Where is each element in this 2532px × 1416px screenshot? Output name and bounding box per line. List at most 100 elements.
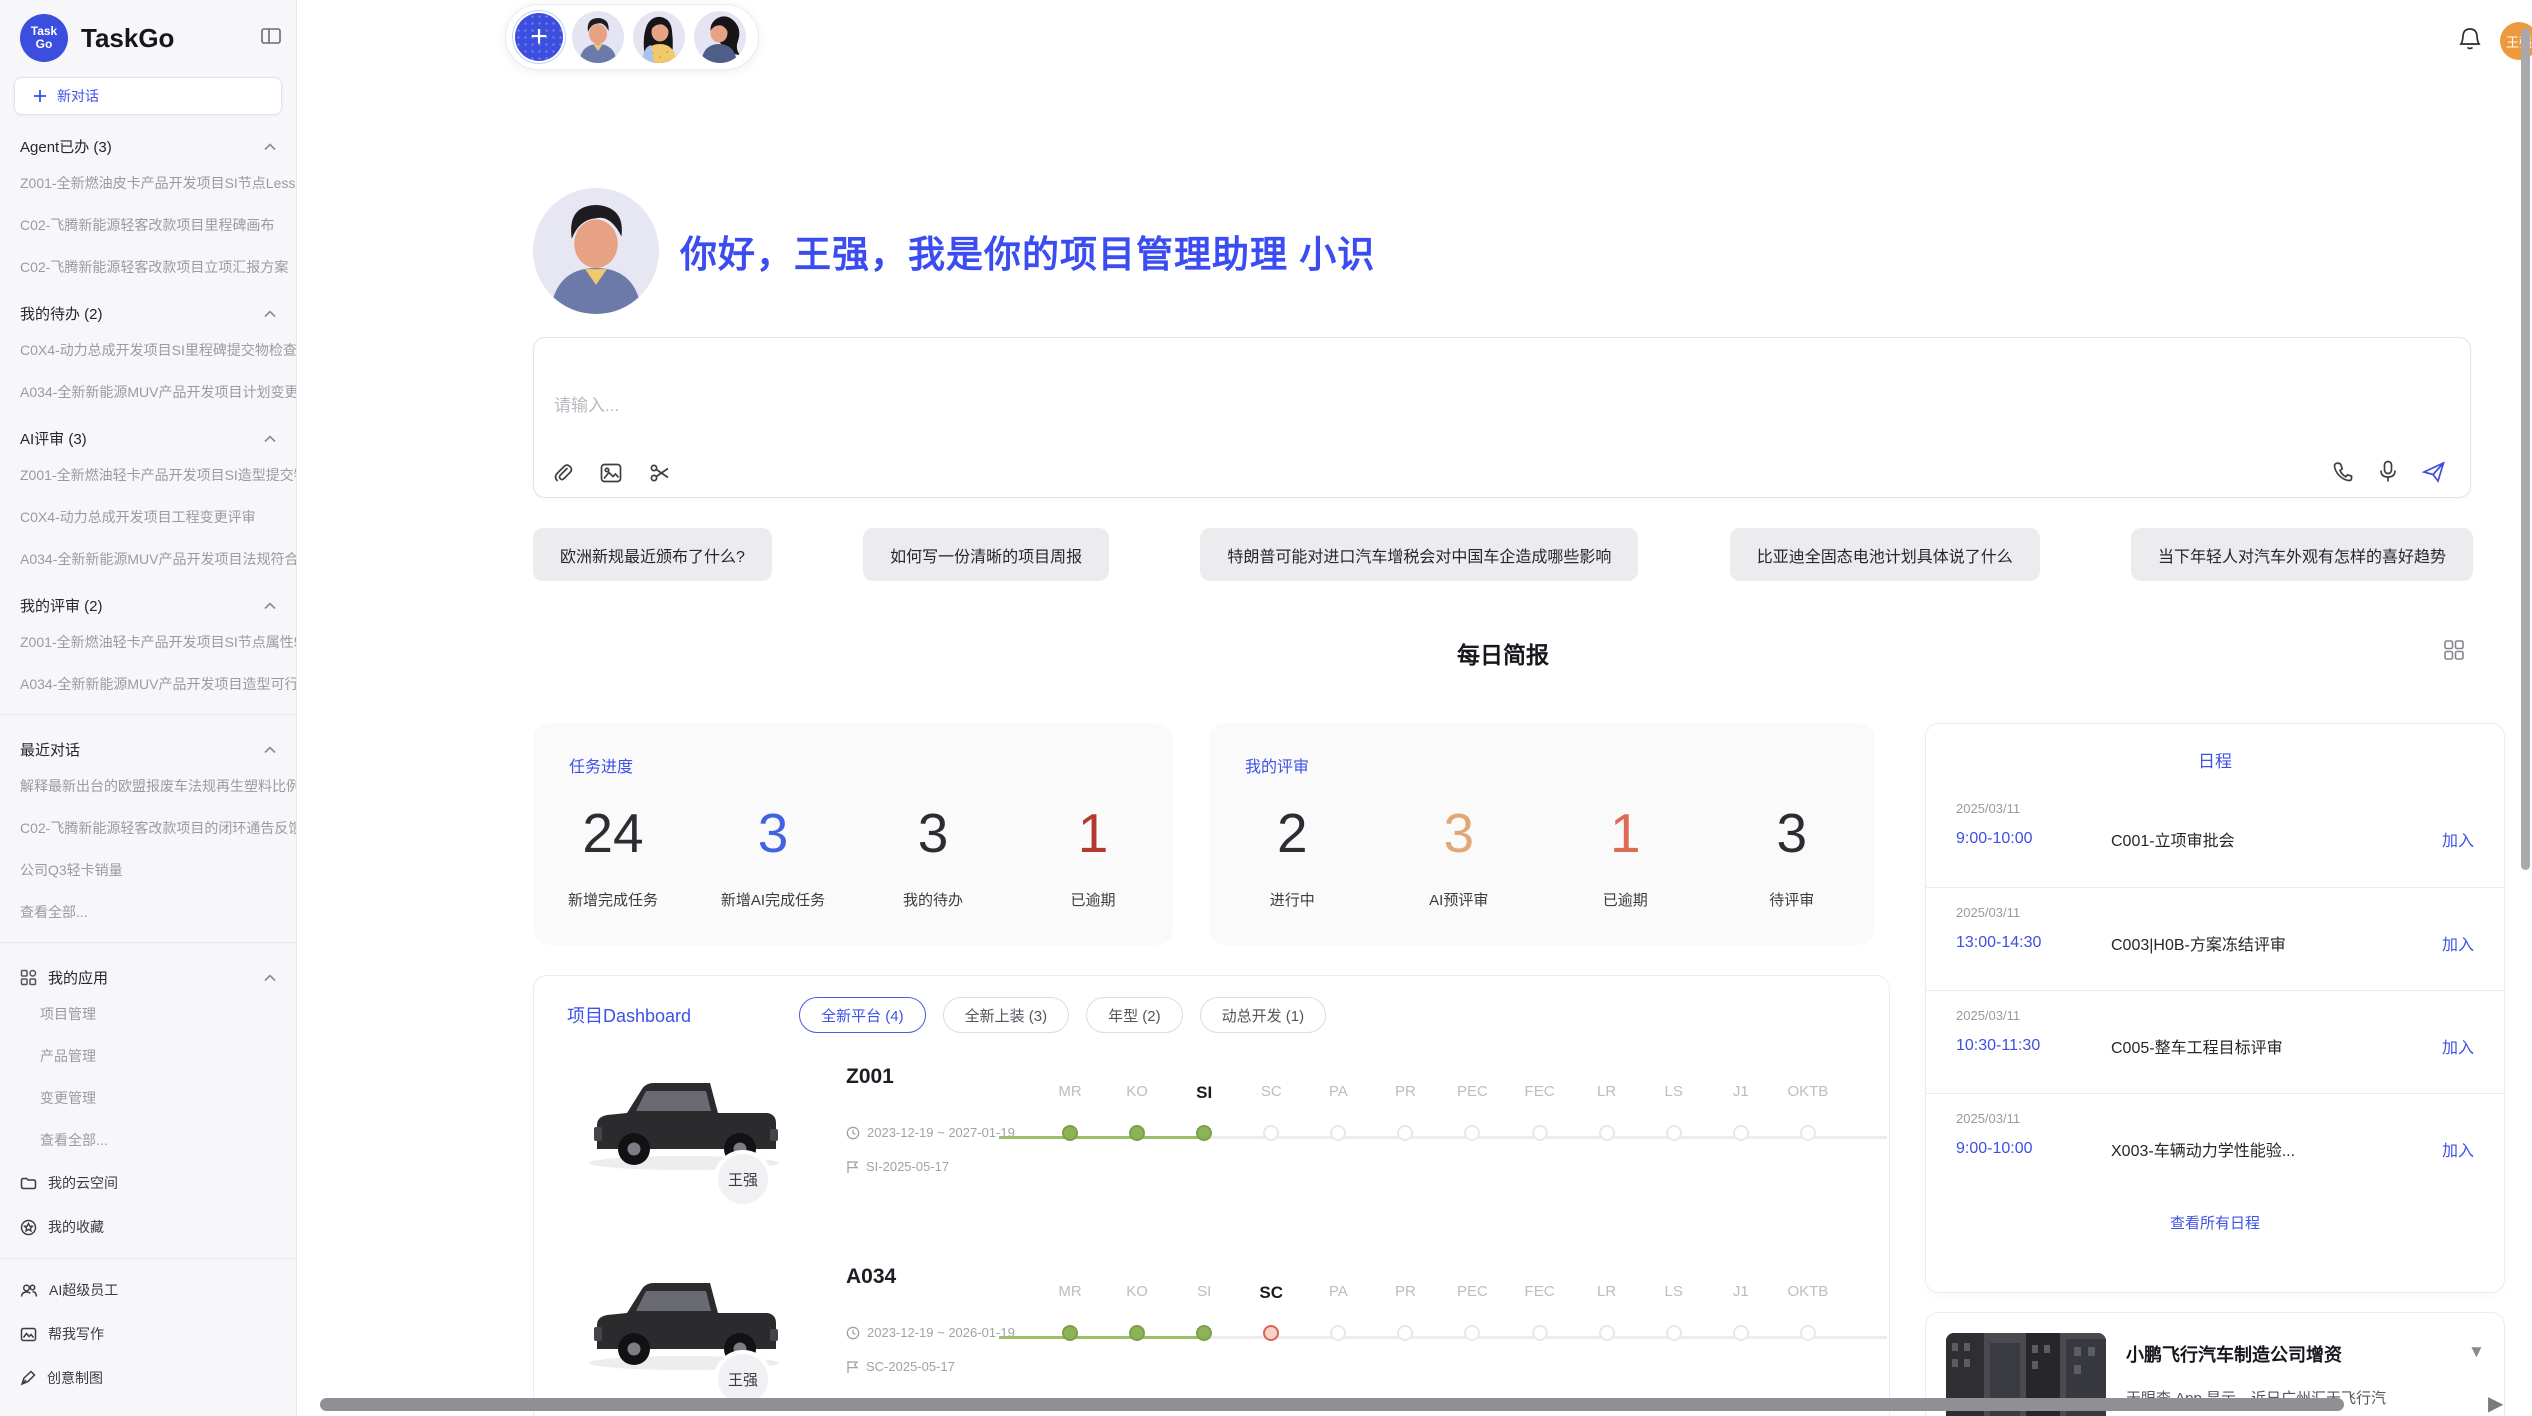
milestone-node-LS[interactable] bbox=[1666, 1325, 1682, 1341]
sidebar-item-agent-done[interactable]: Z001-全新燃油皮卡产品开发项目SI节点Lesson Learn报告 bbox=[0, 162, 296, 204]
notification-bell-icon[interactable] bbox=[2458, 26, 2482, 57]
sidebar-item-recent-chat[interactable]: C02-飞腾新能源轻客改款项目的闭环通告反馈情况 bbox=[0, 807, 296, 849]
milestone-node-PA[interactable] bbox=[1330, 1325, 1346, 1341]
stat-item[interactable]: 2 进行中 bbox=[1209, 801, 1376, 910]
milestone-node-FEC[interactable] bbox=[1532, 1125, 1548, 1141]
sidebar-item-my-todo[interactable]: C0X4-动力总成开发项目SI里程碑提交物检查 bbox=[0, 329, 296, 371]
sidebar-item-help-write[interactable]: 帮我写作 bbox=[0, 1312, 296, 1356]
stat-item[interactable]: 1 已逾期 bbox=[1542, 801, 1709, 910]
join-link[interactable]: 加入 bbox=[2442, 1034, 2474, 1058]
milestone-node-PR[interactable] bbox=[1397, 1325, 1413, 1341]
section-recent-chats[interactable]: 最近对话 bbox=[0, 724, 296, 765]
project-code: A034 bbox=[846, 1265, 896, 1289]
sidebar-item-my-review[interactable]: Z001-全新燃油轻卡产品开发项目SI节点属性5D文件评审 bbox=[0, 621, 296, 663]
dashboard-tab[interactable]: 年型 (2) bbox=[1086, 997, 1183, 1033]
stat-item[interactable]: 3 我的待办 bbox=[853, 801, 1013, 910]
milestone-node-KO[interactable] bbox=[1129, 1125, 1145, 1141]
milestone-node-MR[interactable] bbox=[1062, 1325, 1078, 1341]
send-icon[interactable] bbox=[2422, 461, 2446, 483]
join-link[interactable]: 加入 bbox=[2442, 1137, 2474, 1161]
horizontal-scrollbar[interactable] bbox=[320, 1398, 2344, 1411]
sidebar-item-creative-draw[interactable]: 创意制图 bbox=[0, 1356, 296, 1400]
milestone-node-LR[interactable] bbox=[1599, 1125, 1615, 1141]
section-my-todo[interactable]: 我的待办 (2) bbox=[0, 288, 296, 329]
new-chat-button[interactable]: 新对话 bbox=[14, 77, 282, 115]
milestone-node-SC[interactable] bbox=[1263, 1125, 1279, 1141]
chat-input[interactable] bbox=[554, 396, 1554, 416]
agent-avatar-3[interactable] bbox=[694, 11, 746, 63]
add-agent-button[interactable]: + bbox=[515, 13, 563, 61]
milestone-node-MR[interactable] bbox=[1062, 1125, 1078, 1141]
sidebar-item-app[interactable]: 查看全部... bbox=[0, 1119, 296, 1161]
sidebar-item-app[interactable]: 变更管理 bbox=[0, 1077, 296, 1119]
milestone-node-PEC[interactable] bbox=[1464, 1325, 1480, 1341]
microphone-icon[interactable] bbox=[2379, 460, 2397, 484]
milestone-node-SI[interactable] bbox=[1196, 1125, 1212, 1141]
sidebar-item-ai-review[interactable]: C0X4-动力总成开发项目工程变更评审 bbox=[0, 496, 296, 538]
sidebar-item-recent-chat[interactable]: 解释最新出台的欧盟报废车法规再生塑料比例被调至15%... bbox=[0, 765, 296, 807]
milestone-node-PA[interactable] bbox=[1330, 1125, 1346, 1141]
schedule-items: 2025/03/11 9:00-10:00 C001-立项审批会 加入 2025… bbox=[1926, 784, 2504, 1196]
section-ai-review[interactable]: AI评审 (3) bbox=[0, 413, 296, 454]
suggestion-chip[interactable]: 比亚迪全固态电池计划具体说了什么 bbox=[1730, 528, 2040, 581]
dashboard-tab[interactable]: 动总开发 (1) bbox=[1200, 997, 1327, 1033]
milestone-node-J1[interactable] bbox=[1733, 1325, 1749, 1341]
milestone-node-LR[interactable] bbox=[1599, 1325, 1615, 1341]
milestone-node-OKTB[interactable] bbox=[1800, 1125, 1816, 1141]
my-todo-list: C0X4-动力总成开发项目SI里程碑提交物检查A034-全新新能源MUV产品开发… bbox=[0, 329, 296, 413]
sidebar-item-ai-review[interactable]: A034-全新新能源MUV产品开发项目法规符合性评审 bbox=[0, 538, 296, 580]
milestone-node-PR[interactable] bbox=[1397, 1125, 1413, 1141]
view-all-schedule-link[interactable]: 查看所有日程 bbox=[1926, 1212, 2504, 1233]
section-agent-done[interactable]: Agent已办 (3) bbox=[0, 121, 296, 162]
join-link[interactable]: 加入 bbox=[2442, 827, 2474, 851]
layout-grid-icon[interactable] bbox=[2443, 639, 2465, 666]
section-my-apps[interactable]: 我的应用 bbox=[0, 952, 296, 993]
scroll-right-arrow[interactable]: ▶ bbox=[2488, 1391, 2503, 1416]
vertical-scrollbar[interactable] bbox=[2521, 28, 2530, 870]
agent-avatar-2[interactable] bbox=[633, 11, 685, 63]
scroll-down-arrow[interactable]: ▼ bbox=[2468, 1342, 2485, 1362]
milestone-node-PEC[interactable] bbox=[1464, 1125, 1480, 1141]
sidebar-item-recent-chat[interactable]: 查看全部... bbox=[0, 891, 296, 933]
milestone-node-FEC[interactable] bbox=[1532, 1325, 1548, 1341]
milestone-node-SC[interactable] bbox=[1263, 1325, 1279, 1341]
stat-item[interactable]: 24 新增完成任务 bbox=[533, 801, 693, 910]
sidebar-item-app[interactable]: 产品管理 bbox=[0, 1035, 296, 1077]
sidebar-item-cloud-space[interactable]: 我的云空间 bbox=[0, 1161, 296, 1205]
suggestion-chip[interactable]: 欧洲新规最近颁布了什么? bbox=[533, 528, 772, 581]
sidebar-item-ai-review[interactable]: Z001-全新燃油轻卡产品开发项目SI造型提交物评审 bbox=[0, 454, 296, 496]
milestone-node-LS[interactable] bbox=[1666, 1125, 1682, 1141]
milestone-node-J1[interactable] bbox=[1733, 1125, 1749, 1141]
phone-icon[interactable] bbox=[2332, 461, 2354, 483]
sidebar-item-recent-chat[interactable]: 公司Q3轻卡销量 bbox=[0, 849, 296, 891]
scissors-icon[interactable] bbox=[649, 462, 671, 484]
dashboard-tab[interactable]: 全新上装 (3) bbox=[943, 997, 1070, 1033]
sidebar-item-agent-done[interactable]: C02-飞腾新能源轻客改款项目里程碑画布 bbox=[0, 204, 296, 246]
sidebar-item-agent-done[interactable]: C02-飞腾新能源轻客改款项目立项汇报方案 bbox=[0, 246, 296, 288]
sidebar-collapse-icon[interactable] bbox=[260, 26, 282, 51]
dashboard-tab[interactable]: 全新平台 (4) bbox=[799, 997, 926, 1033]
sidebar-item-my-review[interactable]: A034-全新新能源MUV产品开发项目造型可行性评审 bbox=[0, 663, 296, 705]
sidebar-item-favorites[interactable]: 我的收藏 bbox=[0, 1205, 296, 1249]
join-link[interactable]: 加入 bbox=[2442, 931, 2474, 955]
sidebar-item-my-todo[interactable]: A034-全新新能源MUV产品开发项目计划变更表编写 bbox=[0, 371, 296, 413]
paperclip-icon[interactable] bbox=[553, 462, 573, 484]
sidebar-item-ai-super-staff[interactable]: AI超级员工 bbox=[0, 1268, 296, 1312]
stat-item[interactable]: 3 AI预评审 bbox=[1376, 801, 1543, 910]
milestone-node-KO[interactable] bbox=[1129, 1325, 1145, 1341]
suggestion-chip[interactable]: 当下年轻人对汽车外观有怎样的喜好趋势 bbox=[2131, 528, 2473, 581]
agent-avatar-1[interactable] bbox=[572, 11, 624, 63]
milestone-node-OKTB[interactable] bbox=[1800, 1325, 1816, 1341]
stat-item[interactable]: 1 已逾期 bbox=[1013, 801, 1173, 910]
project-code: Z001 bbox=[846, 1065, 894, 1089]
suggestion-chip[interactable]: 特朗普可能对进口汽车增税会对中国车企造成哪些影响 bbox=[1200, 528, 1638, 581]
stat-item[interactable]: 3 待评审 bbox=[1709, 801, 1876, 910]
stat-item[interactable]: 3 新增AI完成任务 bbox=[693, 801, 853, 910]
sidebar-item-app[interactable]: 项目管理 bbox=[0, 993, 296, 1035]
suggestion-chip[interactable]: 如何写一份清晰的项目周报 bbox=[863, 528, 1109, 581]
section-my-review[interactable]: 我的评审 (2) bbox=[0, 580, 296, 621]
project-row[interactable]: 王强A0342023-12-19 ~ 2026-01-19SC-2025-05-… bbox=[534, 1237, 1889, 1416]
project-row[interactable]: 王强Z0012023-12-19 ~ 2027-01-19SI-2025-05-… bbox=[534, 1037, 1889, 1237]
milestone-node-SI[interactable] bbox=[1196, 1325, 1212, 1341]
image-icon[interactable] bbox=[600, 463, 622, 483]
